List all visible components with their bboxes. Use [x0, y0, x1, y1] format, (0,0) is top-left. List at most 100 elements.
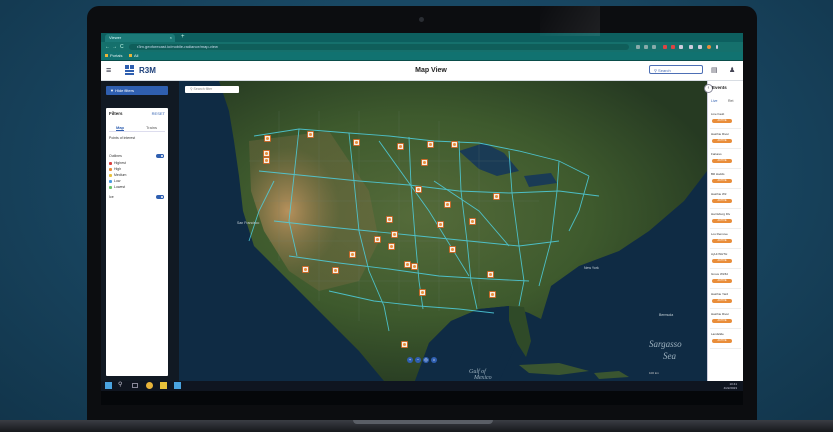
- map-pin-icon[interactable]: [437, 221, 444, 228]
- task-view-icon[interactable]: [132, 383, 138, 388]
- map-pin-icon[interactable]: [493, 193, 500, 200]
- map-pin-icon[interactable]: [401, 341, 408, 348]
- map-pin-icon[interactable]: [451, 141, 458, 148]
- map-search-input[interactable]: ⚲ Search filter: [185, 86, 239, 93]
- map-pin-icon[interactable]: [487, 271, 494, 278]
- map-pin-icon[interactable]: [444, 201, 451, 208]
- search-icon[interactable]: ⚲: [118, 382, 125, 389]
- outlines-toggle[interactable]: [156, 154, 164, 158]
- reload-button[interactable]: C: [120, 42, 124, 52]
- clock[interactable]: 10:41 4/22/2023: [724, 382, 737, 390]
- more-icon[interactable]: [716, 45, 718, 49]
- map-pin-icon[interactable]: [489, 291, 496, 298]
- tab-trains[interactable]: Trains: [146, 125, 157, 130]
- map-pin-icon[interactable]: [411, 263, 418, 270]
- event-card[interactable]: Harrisburg Div ACTIVE: [710, 211, 741, 229]
- filters-title: Filters: [109, 111, 123, 116]
- extension-icon[interactable]: [636, 45, 640, 49]
- back-button[interactable]: ←: [105, 42, 110, 52]
- puzzle-icon[interactable]: [698, 45, 702, 49]
- locate-button[interactable]: ◎: [423, 357, 429, 363]
- user-icon[interactable]: ♟: [729, 65, 735, 76]
- tab-close-icon[interactable]: ×: [170, 34, 172, 42]
- points-of-interest-label: Points of interest: [109, 136, 136, 140]
- app-icon[interactable]: [174, 382, 181, 389]
- map-pin-icon[interactable]: [421, 159, 428, 166]
- map-pin-icon[interactable]: [263, 150, 270, 157]
- event-status-badge: ACTIVE: [712, 219, 732, 223]
- extension-icon[interactable]: [679, 45, 683, 49]
- pin-marker: [495, 195, 498, 198]
- download-icon[interactable]: [689, 45, 693, 49]
- extension-icon[interactable]: [671, 45, 675, 49]
- map-pin-icon[interactable]: [469, 218, 476, 225]
- legend-item[interactable]: Lowest: [109, 185, 125, 189]
- new-tab-button[interactable]: +: [181, 33, 185, 42]
- event-card[interactable]: Bill Hodds ACTIVE: [710, 171, 741, 189]
- map-pin-icon[interactable]: [264, 135, 271, 142]
- laptop-frame: Viewer × + ← → C r3m.geoforecast.io/mobi…: [87, 6, 757, 424]
- map-pin-icon[interactable]: [449, 246, 456, 253]
- event-card[interactable]: Hatchie Wtr ACTIVE: [710, 191, 741, 209]
- map-pin-icon[interactable]: [353, 139, 360, 146]
- menu-icon[interactable]: ≡: [106, 65, 111, 75]
- chrome-icon[interactable]: [146, 382, 153, 389]
- pin-marker: [390, 245, 393, 248]
- url-input[interactable]: r3m.geoforecast.io/mobile-radiance/map-v…: [129, 44, 629, 50]
- map-pin-icon[interactable]: [349, 251, 356, 258]
- event-status-badge: ACTIVE: [712, 299, 732, 303]
- event-card[interactable]: AyHt WHTH ACTIVE: [710, 251, 741, 269]
- extension-icon[interactable]: [663, 45, 667, 49]
- zoom-out-button[interactable]: −: [415, 357, 421, 363]
- reset-button[interactable]: RESET: [152, 111, 165, 116]
- event-card[interactable]: Landslide ACTIVE: [710, 331, 741, 349]
- profile-icon[interactable]: [707, 45, 711, 49]
- legend-item[interactable]: Medium: [109, 173, 126, 177]
- zoom-in-button[interactable]: +: [407, 357, 413, 363]
- map-pin-icon[interactable]: [374, 236, 381, 243]
- hide-filters-button[interactable]: ▼ Hide filters: [106, 86, 168, 95]
- event-card[interactable]: Failures ACTIVE: [710, 151, 741, 169]
- event-card[interactable]: Grove Wtrfld ACTIVE: [710, 271, 741, 289]
- map-pin-icon[interactable]: [415, 186, 422, 193]
- map-pin-icon[interactable]: [388, 243, 395, 250]
- start-icon[interactable]: [105, 382, 112, 389]
- map-pin-icon[interactable]: [397, 143, 404, 150]
- header-search-input[interactable]: ⚲ Search: [649, 65, 703, 74]
- events-panel: ‹ Events Live Ret Line Fault ACTIVE Hatchi…: [704, 81, 743, 381]
- legend-item[interactable]: Low: [109, 179, 120, 183]
- bookmark-item[interactable]: Portals: [105, 52, 122, 60]
- map-pin-icon[interactable]: [419, 289, 426, 296]
- extension-icon[interactable]: [652, 45, 656, 49]
- map-pin-icon[interactable]: [263, 157, 270, 164]
- forward-button[interactable]: →: [112, 42, 117, 52]
- pin-marker: [491, 293, 494, 296]
- event-status-badge: ACTIVE: [712, 239, 732, 243]
- event-card[interactable]: Hatchie River ACTIVE: [710, 131, 741, 149]
- event-card[interactable]: Hatchie River ACTIVE: [710, 311, 741, 329]
- clipboard-icon[interactable]: ▤: [711, 65, 718, 76]
- map-pin-icon[interactable]: [386, 216, 393, 223]
- tab-ret[interactable]: Ret: [728, 99, 733, 103]
- bookmark-item[interactable]: All: [129, 52, 138, 60]
- map-pin-icon[interactable]: [391, 231, 398, 238]
- home-button[interactable]: ⌂: [431, 357, 437, 363]
- browser-tab[interactable]: Viewer ×: [105, 34, 175, 42]
- event-card[interactable]: Hatchie Yard ACTIVE: [710, 291, 741, 309]
- map-pin-icon[interactable]: [332, 267, 339, 274]
- map-pin-icon[interactable]: [427, 141, 434, 148]
- extension-icon[interactable]: [644, 45, 648, 49]
- ice-toggle[interactable]: [156, 195, 164, 199]
- map-pin-icon[interactable]: [404, 261, 411, 268]
- legend-item[interactable]: Highest: [109, 161, 126, 165]
- file-explorer-icon[interactable]: [160, 382, 167, 389]
- event-card[interactable]: Line Fault ACTIVE: [710, 111, 741, 129]
- map-pin-icon[interactable]: [307, 131, 314, 138]
- map-canvas[interactable]: ⚲ Search filter New York San Francisco B…: [179, 81, 707, 381]
- event-status-badge: ACTIVE: [712, 259, 732, 263]
- tab-live[interactable]: Live: [711, 99, 717, 103]
- pin-marker: [376, 238, 379, 241]
- event-card[interactable]: Los Remove ACTIVE: [710, 231, 741, 249]
- legend-item[interactable]: High: [109, 167, 121, 171]
- map-pin-icon[interactable]: [302, 266, 309, 273]
